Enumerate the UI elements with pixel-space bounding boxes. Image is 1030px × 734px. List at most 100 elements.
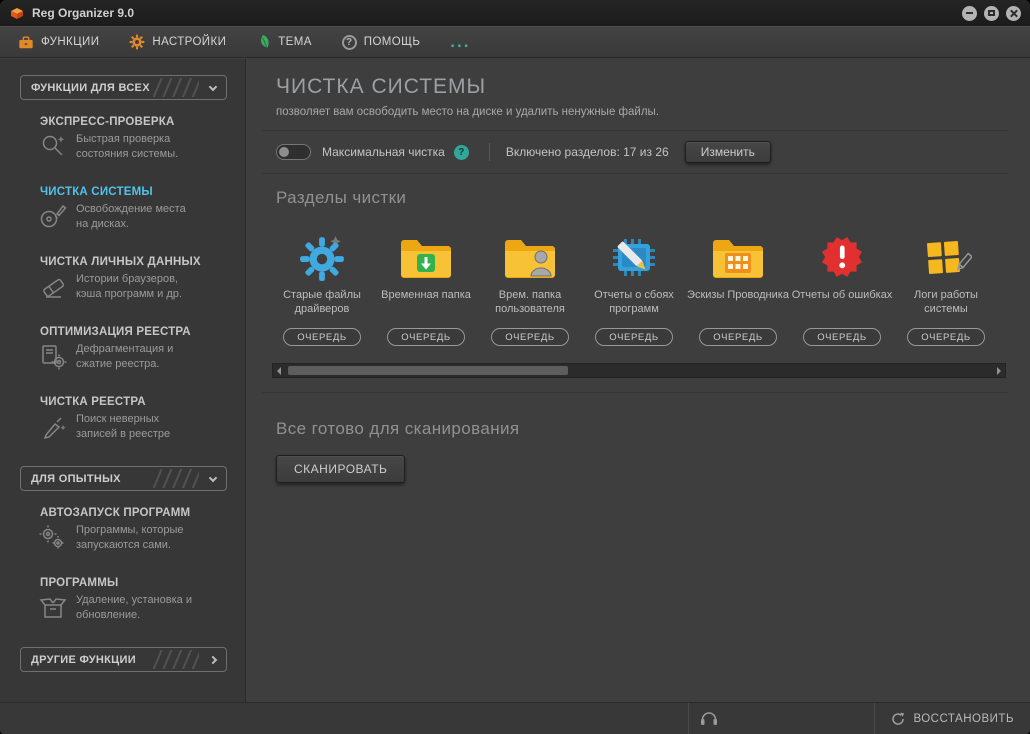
nav-item-desc: Истории браузеров, кэша программ и др. — [76, 273, 182, 300]
nav-item-title: ЧИСТКА СИСТЕМЫ — [40, 186, 153, 198]
sidebar-item-private-data-cleanup[interactable]: ЧИСТКА ЛИЧНЫХ ДАННЫХ Истории браузеров, … — [0, 256, 245, 305]
sidebar-item-system-cleanup[interactable]: ЧИСТКА СИСТЕМЫ Освобождение места на дис… — [0, 186, 245, 235]
sidebar-item-express-check[interactable]: ЭКСПРЕСС-ПРОВЕРКА Быстрая проверка состо… — [0, 116, 245, 165]
app-logo-icon — [11, 8, 23, 19]
nav-item-desc: Дефрагментация и сжатие реестра. — [76, 343, 174, 370]
gear-icon — [129, 34, 145, 50]
body-area: ФУНКЦИИ ДЛЯ ВСЕХ ЭКСПРЕСС-ПРОВЕРКА Быстр… — [0, 59, 1030, 702]
menu-help-label: ПОМОЩЬ — [363, 36, 421, 48]
card-system-logs: Логи работы системы ОЧЕРЕДЬ — [894, 220, 998, 346]
nav-item-desc: Программы, которые запускаются сами. — [76, 524, 184, 551]
group-header-label: ДРУГИЕ ФУНКЦИИ — [31, 653, 136, 666]
queue-button[interactable]: ОЧЕРЕДЬ — [283, 328, 361, 346]
menu-more-button[interactable]: ... — [450, 33, 470, 50]
sections-heading: Разделы чистки — [276, 188, 407, 207]
sidebar-group-advanced[interactable]: ДЛЯ ОПЫТНЫХ — [20, 466, 227, 491]
sidebar-group-other-functions[interactable]: ДРУГИЕ ФУНКЦИИ — [20, 647, 227, 672]
page-title: ЧИСТКА СИСТЕМЫ — [276, 75, 487, 98]
sidebar: ФУНКЦИИ ДЛЯ ВСЕХ ЭКСПРЕСС-ПРОВЕРКА Быстр… — [0, 59, 246, 702]
stripes-decoration — [153, 650, 199, 669]
cleanup-cards: Старые файлы драйверов ОЧЕРЕДЬ Временная… — [270, 220, 1008, 346]
nav-item-title: ПРОГРАММЫ — [40, 577, 119, 589]
chevron-down-icon — [208, 82, 218, 91]
maximize-button[interactable] — [984, 5, 999, 21]
stripes-decoration — [153, 78, 199, 97]
vertical-separator — [488, 143, 490, 161]
queue-button[interactable]: ОЧЕРЕДЬ — [803, 328, 881, 346]
queue-button[interactable]: ОЧЕРЕДЬ — [699, 328, 777, 346]
max-clean-row: Максимальная чистка ? Включено разделов:… — [276, 131, 1008, 173]
divider — [262, 173, 1008, 174]
nav-item-title: ОПТИМИЗАЦИЯ РЕЕСТРА — [40, 326, 191, 338]
chevron-down-icon — [208, 473, 218, 482]
sidebar-item-programs[interactable]: ПРОГРАММЫ Удаление, установка и обновлен… — [0, 577, 245, 626]
queue-button[interactable]: ОЧЕРЕДЬ — [387, 328, 465, 346]
horizontal-scrollbar[interactable] — [272, 363, 1006, 378]
queue-button[interactable]: ОЧЕРЕДЬ — [907, 328, 985, 346]
nav-item-desc: Поиск неверных записей в реестре — [76, 413, 171, 440]
chevron-right-icon — [208, 655, 218, 664]
card-label: Отчеты об ошибках — [791, 289, 893, 301]
headphones-icon[interactable] — [700, 711, 718, 731]
book-gear-icon — [38, 342, 76, 375]
queue-button[interactable]: ОЧЕРЕДЬ — [491, 328, 569, 346]
menubar: ФУНКЦИИ НАСТРОЙКИ ТЕМА ? ПОМОЩЬ ... — [0, 26, 1030, 58]
minimize-button[interactable] — [962, 5, 977, 21]
ready-heading: Все готово для сканирования — [276, 419, 520, 438]
menu-settings[interactable]: НАСТРОЙКИ — [129, 34, 226, 50]
briefcase-icon — [19, 35, 33, 48]
close-button[interactable] — [1006, 5, 1021, 21]
nav-item-desc: Быстрая проверка состояния системы. — [76, 133, 179, 160]
stripes-decoration — [153, 469, 199, 488]
card-user-temp-folder: Врем. папка пользователя ОЧЕРЕДЬ — [478, 220, 582, 346]
statusbar: ВОССТАНОВИТЬ — [0, 702, 1030, 734]
card-temp-folder: Временная папка ОЧЕРЕДЬ — [374, 220, 478, 346]
restore-icon — [892, 712, 905, 725]
card-label: Эскизы Проводника — [687, 289, 789, 301]
nav-item-desc: Удаление, установка и обновление. — [76, 594, 192, 621]
chip-pencil-icon — [582, 220, 686, 282]
scroll-right-arrow-icon[interactable] — [997, 366, 1001, 375]
card-old-drivers: Старые файлы драйверов ОЧЕРЕДЬ — [270, 220, 374, 346]
menu-help[interactable]: ? ПОМОЩЬ — [341, 34, 421, 50]
card-explorer-thumbnails: Эскизы Проводника ОЧЕРЕДЬ — [686, 220, 790, 346]
main-panel: ЧИСТКА СИСТЕМЫ позволяет вам освободить … — [246, 59, 1030, 702]
scrollbar-thumb[interactable] — [288, 366, 568, 375]
restore-label: ВОССТАНОВИТЬ — [913, 712, 1014, 725]
folder-download-icon — [374, 220, 478, 282]
page-subtitle: позволяет вам освободить место на диске … — [276, 106, 659, 118]
sidebar-item-registry-cleanup[interactable]: ЧИСТКА РЕЕСТРА Поиск неверных записей в … — [0, 396, 245, 445]
menu-functions[interactable]: ФУНКЦИИ — [18, 35, 99, 50]
change-button[interactable]: Изменить — [684, 141, 771, 163]
theme-leaf-icon — [261, 35, 269, 48]
restore-button[interactable]: ВОССТАНОВИТЬ — [874, 703, 1030, 734]
card-error-reports: Отчеты об ошибках ОЧЕРЕДЬ — [790, 220, 894, 346]
disk-broom-icon — [38, 202, 76, 235]
queue-button[interactable]: ОЧЕРЕДЬ — [595, 328, 673, 346]
brush-icon — [38, 412, 76, 445]
card-label: Логи работы системы — [914, 289, 978, 315]
max-clean-toggle[interactable] — [276, 144, 311, 160]
enabled-sections-text: Включено разделов: 17 из 26 — [505, 145, 669, 159]
sidebar-item-registry-optimization[interactable]: ОПТИМИЗАЦИЯ РЕЕСТРА Дефрагментация и сжа… — [0, 326, 245, 375]
close-icon — [1009, 9, 1018, 18]
max-clean-help-icon[interactable]: ? — [453, 144, 469, 160]
sidebar-item-autorun[interactable]: АВТОЗАПУСК ПРОГРАММ Программы, которые з… — [0, 507, 245, 556]
card-label: Временная папка — [381, 289, 471, 301]
sidebar-group-functions-for-all[interactable]: ФУНКЦИИ ДЛЯ ВСЕХ — [20, 75, 227, 100]
app-window: Reg Organizer 9.0 ФУНКЦИИ НАСТРОЙКИ ТЕМА… — [0, 0, 1030, 734]
divider — [262, 392, 1008, 393]
folder-thumbnails-icon — [686, 220, 790, 282]
max-clean-label: Максимальная чистка — [322, 145, 445, 159]
window-title: Reg Organizer 9.0 — [32, 6, 135, 20]
nav-item-desc: Освобождение места на дисках. — [76, 203, 186, 230]
nav-item-title: АВТОЗАПУСК ПРОГРАММ — [40, 507, 191, 519]
scan-button[interactable]: СКАНИРОВАТЬ — [276, 455, 406, 483]
eraser-icon — [38, 272, 76, 305]
scroll-left-arrow-icon[interactable] — [277, 366, 281, 375]
help-icon: ? — [341, 34, 357, 50]
card-label: Врем. папка пользователя — [495, 289, 565, 315]
menu-functions-label: ФУНКЦИИ — [41, 36, 100, 48]
card-label: Старые файлы драйверов — [283, 289, 361, 315]
menu-theme[interactable]: ТЕМА — [256, 34, 312, 50]
